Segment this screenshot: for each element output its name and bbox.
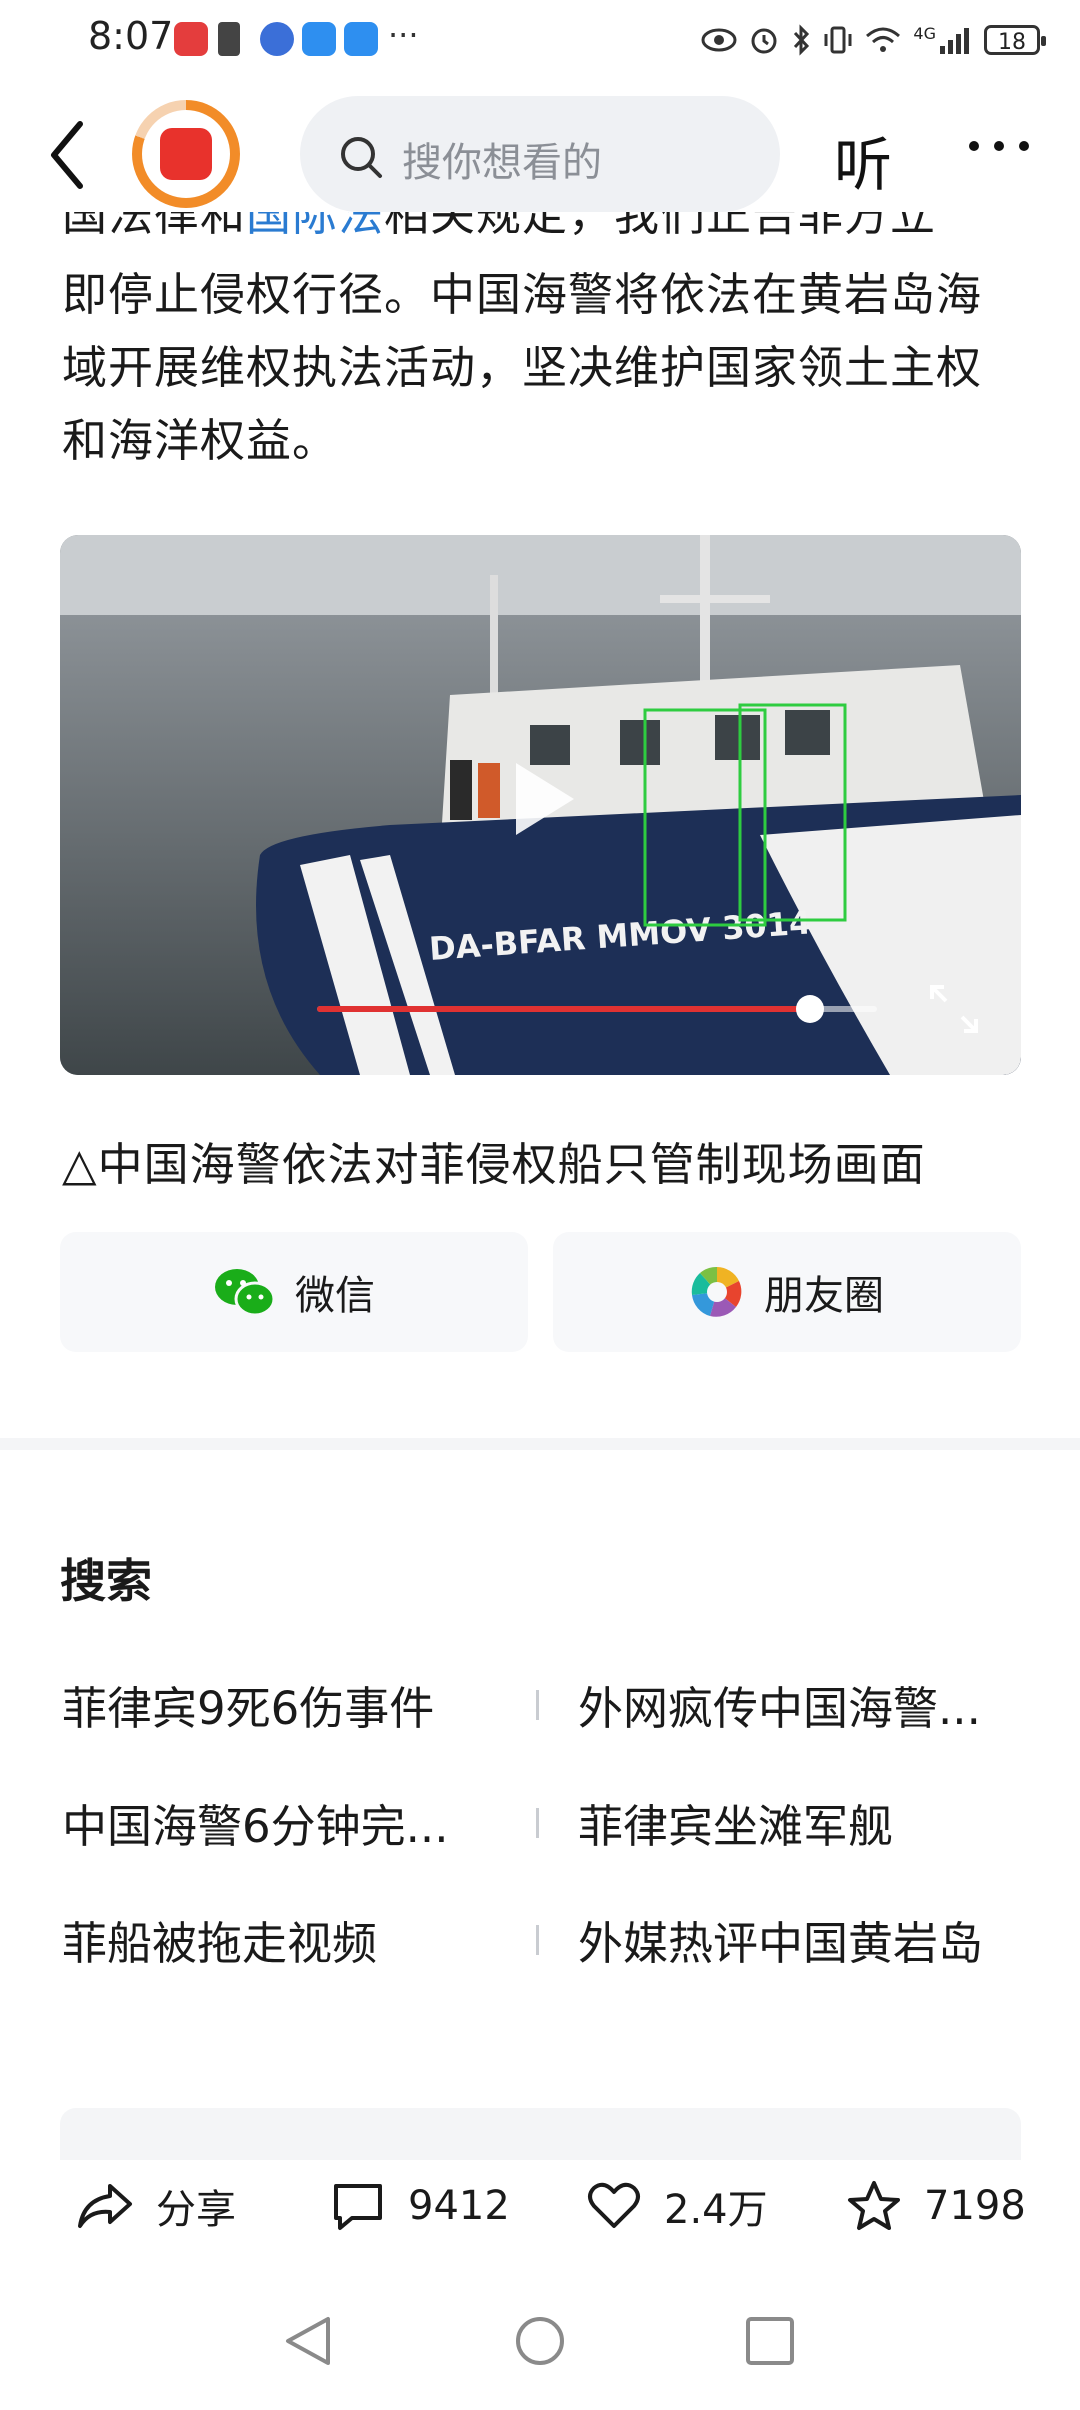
share-wechat-button[interactable]: 微信	[60, 1232, 528, 1352]
search-input[interactable]: 搜你想看的	[300, 96, 780, 212]
search-section-title: 搜索	[60, 1554, 152, 1608]
search-placeholder: 搜你想看的	[402, 140, 602, 186]
eye-icon	[701, 28, 737, 52]
huawei-app-icon	[174, 22, 208, 56]
share-moments-button[interactable]: 朋友圈	[553, 1232, 1021, 1352]
favorites-count: 7198	[924, 2183, 1026, 2229]
search-suggestion[interactable]: 菲船被拖走视频	[62, 1907, 502, 1972]
article-partial-line: 国法律和国际法相关规定，我们正告菲方立	[62, 212, 1027, 252]
nav-back-icon[interactable]	[280, 2313, 336, 2369]
video-caption: △中国海警依法对菲侵权船只管制现场画面	[62, 1138, 926, 1191]
alert-icon	[218, 22, 240, 56]
more-notifications-icon: ···	[388, 16, 419, 54]
comments-count: 9412	[408, 2183, 510, 2229]
vibrate-icon	[824, 26, 852, 54]
share-icon	[78, 2184, 132, 2228]
network-type: 4G	[913, 23, 936, 43]
video-progress-knob[interactable]	[795, 995, 824, 1023]
share-action[interactable]: 分享	[76, 2170, 236, 2242]
status-time: 8:07	[88, 14, 174, 58]
section-divider	[0, 1438, 1080, 1450]
more-dots-icon	[969, 141, 1029, 151]
bluetooth-icon	[794, 24, 810, 56]
wifi-icon	[866, 27, 901, 52]
moments-icon	[691, 1266, 742, 1317]
heart-icon	[588, 2182, 640, 2228]
publisher-avatar[interactable]	[132, 100, 240, 208]
browser-icon	[260, 22, 294, 56]
share-moments-label: 朋友圈	[764, 1273, 884, 1319]
like-action[interactable]: 2.4万	[586, 2170, 768, 2242]
more-button[interactable]	[964, 126, 1034, 166]
article-link[interactable]: 国际法	[246, 212, 384, 241]
publisher-logo-icon	[160, 128, 212, 180]
nav-home-icon[interactable]	[512, 2313, 568, 2369]
share-action-label: 分享	[156, 2187, 236, 2233]
alarm-icon	[751, 28, 777, 54]
video-progress-fill	[317, 1006, 810, 1012]
comments-action[interactable]: 9412	[330, 2170, 510, 2242]
separator	[536, 1925, 539, 1955]
search-suggestion[interactable]: 外媒热评中国黄岩岛	[578, 1907, 1018, 1972]
signal-icon	[940, 28, 969, 54]
favorite-action[interactable]: 7198	[846, 2170, 1026, 2242]
search-suggestion[interactable]: 菲律宾9死6伤事件	[62, 1672, 502, 1737]
battery-icon: 18	[984, 25, 1046, 55]
back-button[interactable]	[40, 110, 100, 200]
next-card-preview	[60, 2108, 1021, 2168]
battery-level: 18	[998, 30, 1026, 55]
status-icons: 4G 18	[701, 16, 1046, 64]
listen-button[interactable]: 听	[834, 118, 892, 202]
weather-icon	[302, 22, 336, 56]
separator	[536, 1808, 539, 1838]
search-suggestion[interactable]: 中国海警6分钟完...	[62, 1790, 482, 1855]
article-body: 即停止侵权行径。中国海警将依法在黄岩岛海 域开展维权执法活动，坚决维护国家领土主…	[62, 258, 1027, 477]
video-progress-bar[interactable]	[317, 995, 877, 1023]
search-suggestion[interactable]: 菲律宾坐滩军舰	[578, 1790, 1018, 1855]
search-suggestion[interactable]: 外网疯传中国海警...	[578, 1672, 1018, 1737]
cloud-icon	[344, 22, 378, 56]
article-line: 域开展维权执法活动，坚决维护国家领土主权	[62, 341, 983, 394]
article-line: 和海洋权益。	[62, 414, 339, 467]
separator	[536, 1690, 539, 1720]
wechat-icon	[215, 1269, 275, 1317]
status-bar: 8:07 ··· 4G 18	[0, 0, 1080, 80]
article-text-fragment: 国法律和	[62, 212, 247, 241]
comment-icon	[334, 2184, 382, 2230]
chevron-left-icon	[51, 121, 83, 189]
article-line: 即停止侵权行径。中国海警将依法在黄岩岛海	[62, 268, 983, 321]
nav-recents-icon[interactable]	[742, 2313, 798, 2369]
article-text-fragment: 相关规定，我们正告菲方立	[384, 212, 937, 241]
search-icon	[341, 137, 382, 178]
fullscreen-icon[interactable]	[928, 983, 980, 1035]
play-icon[interactable]	[508, 759, 578, 839]
video-player[interactable]: DA-BFAR MMOV 3014	[60, 535, 1021, 1075]
likes-count: 2.4万	[664, 2187, 768, 2233]
star-icon	[848, 2181, 900, 2230]
share-wechat-label: 微信	[295, 1273, 375, 1319]
